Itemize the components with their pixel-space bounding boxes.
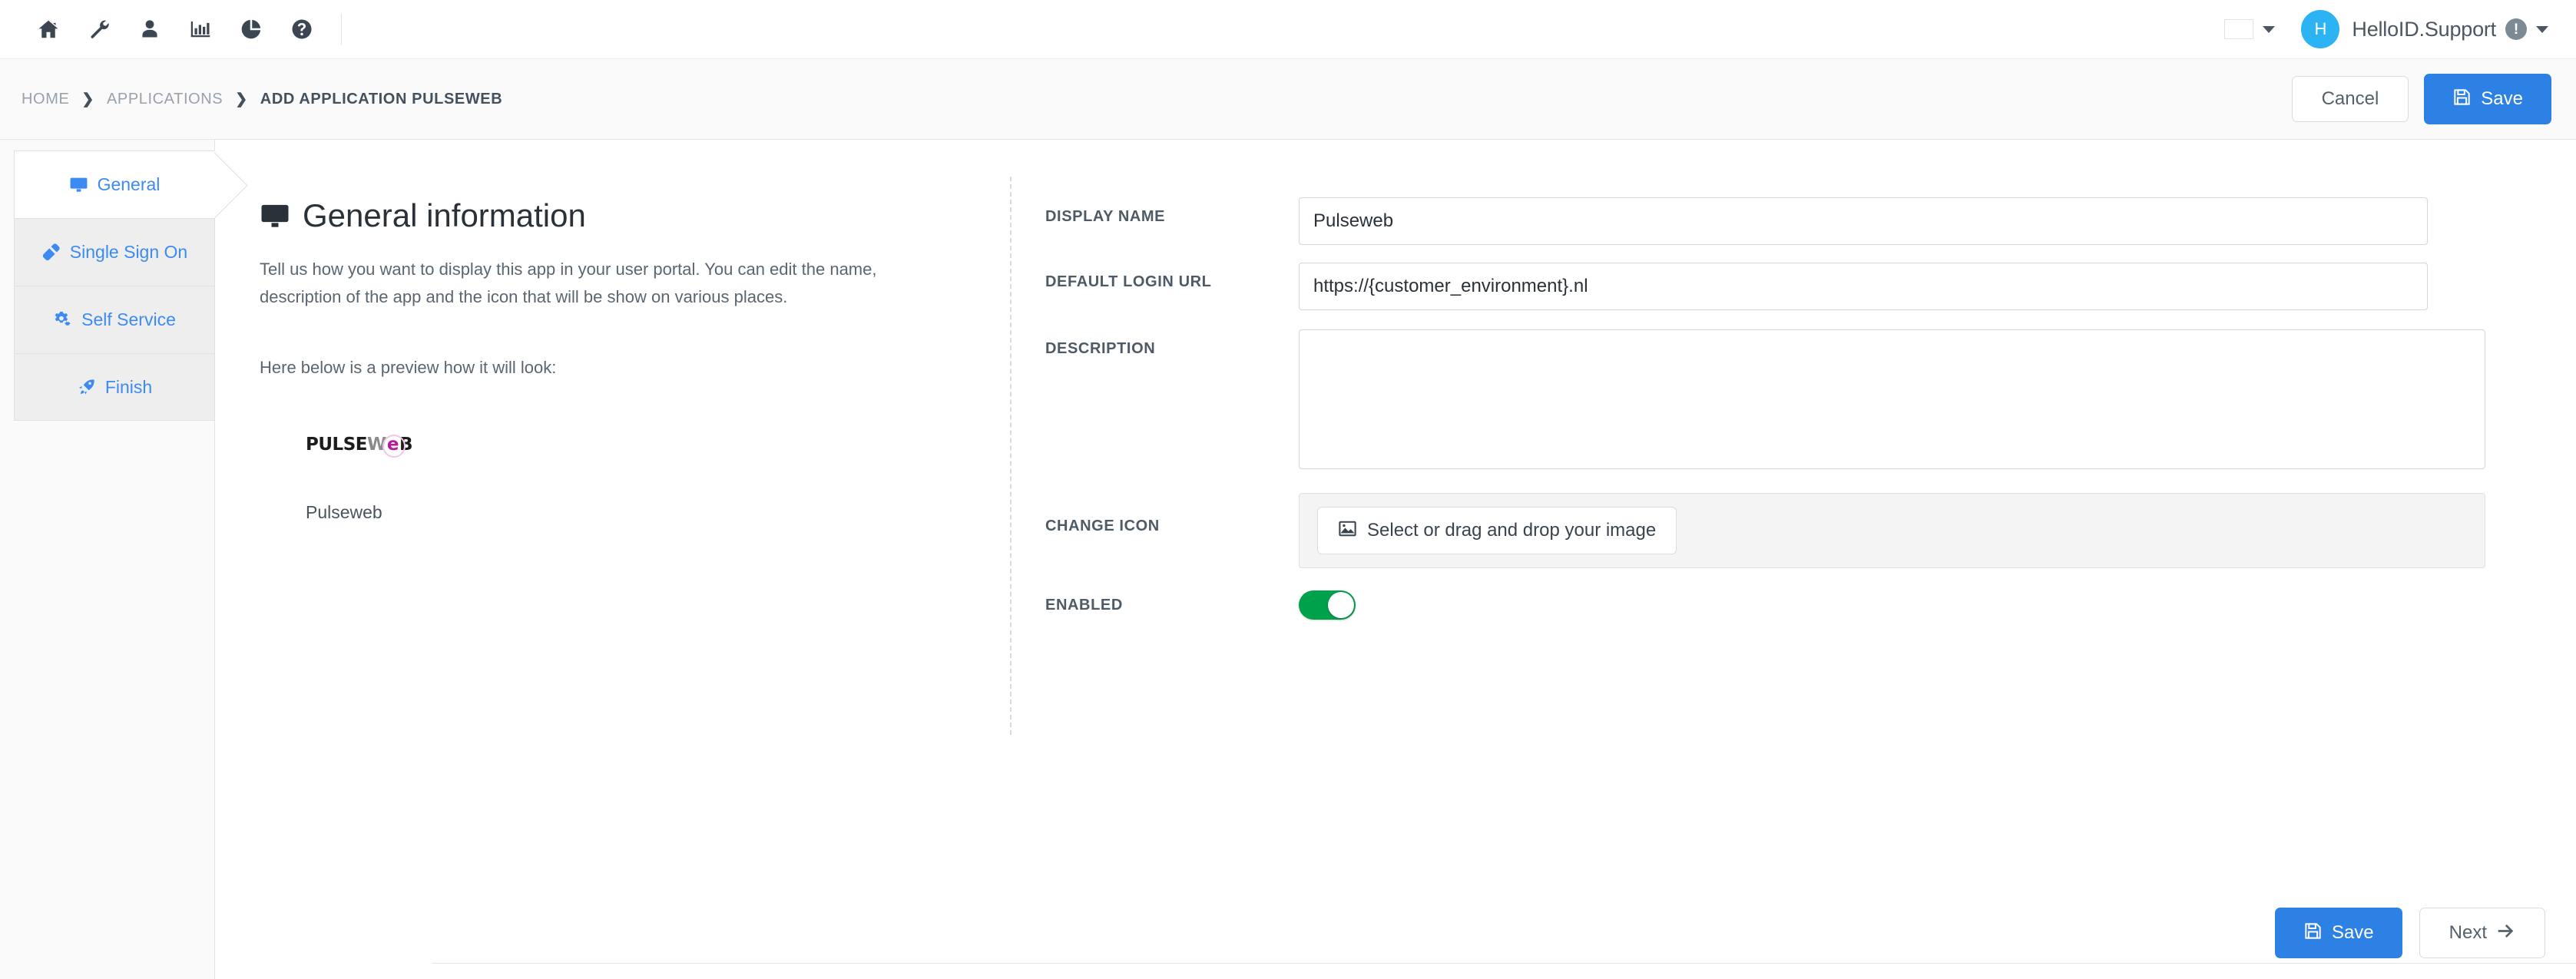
top-nav-icon-group: [0, 0, 342, 58]
breadcrumb-actions: Cancel Save: [2291, 74, 2576, 124]
rocket-icon: [77, 378, 96, 397]
wizard-step-list: General Single Sign On Self Service Fini…: [14, 150, 215, 421]
preview-label: Here below is a preview how it will look…: [260, 358, 557, 378]
enabled-toggle[interactable]: [1299, 590, 1356, 620]
arrow-right-icon: [2496, 921, 2515, 944]
change-icon-label: CHANGE ICON: [1045, 518, 1160, 534]
save-button-footer[interactable]: Save: [2274, 908, 2402, 958]
warning-badge-icon: !: [2505, 18, 2527, 40]
form-column: DISPLAY NAME DEFAULT LOGIN URL DESCRIPTI…: [1045, 140, 2505, 620]
sidebar-item-label: Self Service: [81, 309, 176, 329]
wrench-icon[interactable]: [74, 0, 124, 58]
user-menu[interactable]: H HelloID.Support !: [2301, 10, 2548, 48]
description-textarea[interactable]: [1299, 329, 2485, 469]
top-nav-divider: [341, 14, 342, 45]
wizard-content: General information Tell us how you want…: [216, 140, 2576, 979]
wizard-footer-actions: Save Next: [2274, 908, 2545, 958]
sidebar-item-single-sign-on[interactable]: Single Sign On: [14, 218, 215, 286]
sidebar-item-general[interactable]: General: [14, 150, 215, 218]
breadcrumb-item-home[interactable]: HOME: [22, 91, 69, 108]
top-nav-user-group: H HelloID.Support !: [2224, 0, 2576, 58]
next-button[interactable]: Next: [2419, 908, 2545, 958]
breadcrumb-bar: HOME ❯ APPLICATIONS ❯ ADD APPLICATION PU…: [0, 58, 2576, 140]
form-row-description: DESCRIPTION: [1045, 329, 2505, 473]
cancel-button-label: Cancel: [2321, 88, 2379, 109]
app-logo-preview: PULSE W e B: [306, 435, 1008, 458]
column-divider: [1010, 177, 1012, 735]
desktop-icon: [69, 175, 88, 194]
chevron-down-icon: [2536, 25, 2548, 33]
username-label: HelloID.Support: [2352, 17, 2496, 41]
wizard-sidebar: General Single Sign On Self Service Fini…: [0, 140, 215, 979]
user-icon[interactable]: [124, 0, 175, 58]
pie-chart-icon[interactable]: [226, 0, 276, 58]
page-title-label: General information: [303, 197, 586, 233]
page-body: General Single Sign On Self Service Fini…: [0, 140, 2576, 979]
form-row-display-name: DISPLAY NAME: [1045, 197, 2505, 245]
form-row-default-login-url: DEFAULT LOGIN URL: [1045, 263, 2505, 310]
image-icon: [1338, 519, 1357, 542]
breadcrumb-item-current: ADD APPLICATION PULSEWEB: [260, 90, 503, 107]
select-image-button-label: Select or drag and drop your image: [1367, 520, 1657, 541]
sidebar-item-label: Finish: [104, 376, 153, 397]
gears-icon: [53, 310, 72, 329]
breadcrumb-separator-icon: ❯: [81, 91, 94, 107]
footer-divider: [432, 963, 2576, 979]
toggle-knob: [1328, 592, 1354, 618]
display-name-input[interactable]: [1299, 197, 2428, 245]
page-title: General information: [260, 197, 1008, 234]
select-image-button[interactable]: Select or drag and drop your image: [1317, 507, 1677, 554]
home-icon[interactable]: [23, 0, 74, 58]
logo-part-pulse: PULSE: [306, 435, 367, 455]
enabled-label: ENABLED: [1045, 597, 1123, 614]
save-button-label: Save: [2481, 88, 2523, 109]
sidebar-item-self-service[interactable]: Self Service: [14, 286, 215, 353]
form-row-enabled: ENABLED: [1045, 590, 2505, 620]
language-selector[interactable]: [2224, 19, 2276, 39]
sidebar-item-finish[interactable]: Finish: [14, 353, 215, 421]
logo-part-e: e: [382, 435, 406, 458]
bar-chart-icon[interactable]: [175, 0, 226, 58]
save-icon: [2303, 921, 2323, 944]
desktop-icon: [260, 200, 290, 231]
save-button-label: Save: [2331, 922, 2374, 943]
save-icon: [2452, 88, 2472, 111]
form-row-change-icon: CHANGE ICON Select or drag and drop your…: [1045, 493, 2505, 568]
plug-icon: [41, 243, 61, 262]
app-name-preview: Pulseweb: [306, 502, 382, 523]
avatar: H: [2301, 10, 2340, 48]
dutch-flag-icon: [2224, 19, 2254, 39]
description-label: DESCRIPTION: [1045, 340, 1156, 357]
chevron-down-icon: [2263, 25, 2276, 33]
breadcrumb-item-applications[interactable]: APPLICATIONS: [107, 91, 223, 108]
icon-dropzone[interactable]: Select or drag and drop your image: [1299, 493, 2485, 568]
next-button-label: Next: [2449, 922, 2487, 943]
top-navigation-bar: H HelloID.Support !: [0, 0, 2576, 58]
sidebar-item-label: Single Sign On: [69, 242, 188, 262]
section-description: Tell us how you want to display this app…: [260, 260, 877, 306]
info-column: General information Tell us how you want…: [260, 140, 1008, 523]
breadcrumb: HOME ❯ APPLICATIONS ❯ ADD APPLICATION PU…: [0, 91, 502, 108]
breadcrumb-separator-icon: ❯: [235, 91, 248, 107]
default-login-url-input[interactable]: [1299, 263, 2428, 310]
sidebar-item-label: General: [97, 174, 161, 194]
default-login-url-label: DEFAULT LOGIN URL: [1045, 273, 1212, 290]
help-icon[interactable]: [276, 0, 327, 58]
cancel-button[interactable]: Cancel: [2291, 76, 2409, 122]
save-button-header[interactable]: Save: [2424, 74, 2551, 124]
display-name-label: DISPLAY NAME: [1045, 208, 1166, 225]
